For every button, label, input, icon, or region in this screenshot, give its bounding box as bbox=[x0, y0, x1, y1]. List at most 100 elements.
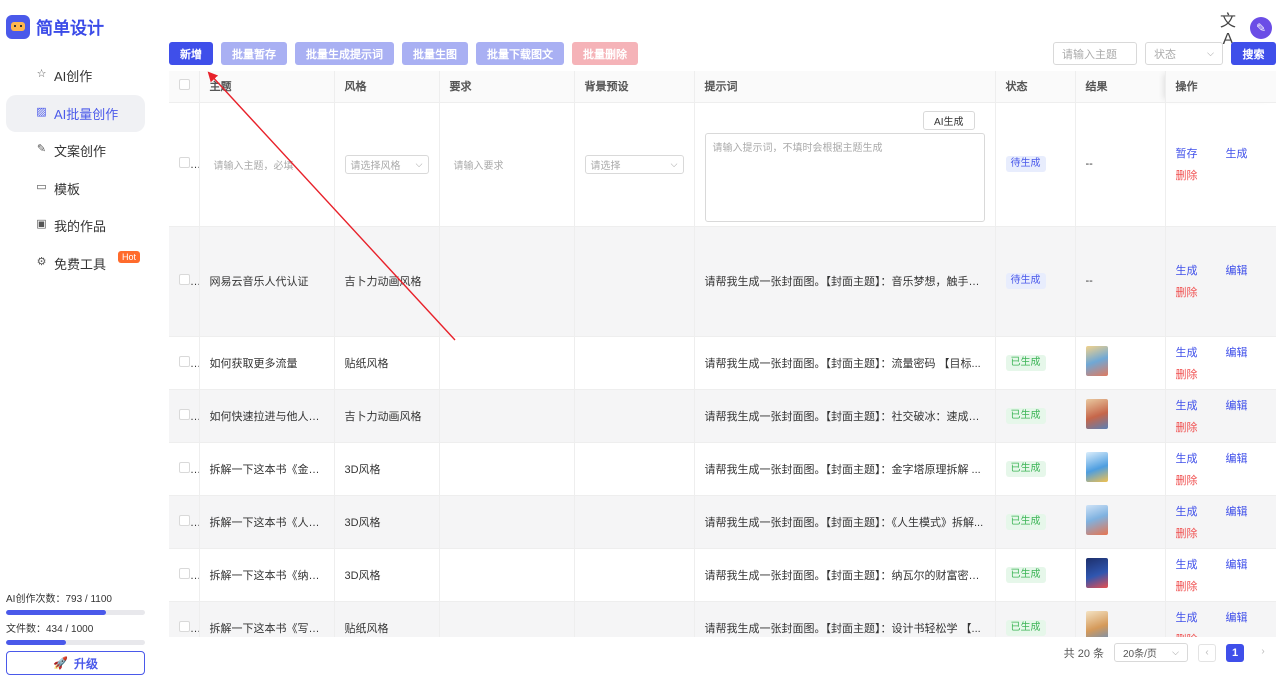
table-row[interactable]: 如何获取更多流量 贴纸风格 请帮我生成一张封面图。【封面主题】：流量密码 【目标… bbox=[169, 336, 1276, 390]
status-badge: 待生成 bbox=[1005, 273, 1046, 289]
save-draft-link[interactable]: 暂存 bbox=[1176, 145, 1198, 161]
batch-image-button[interactable]: 批量生图 bbox=[402, 42, 468, 65]
new-req-input[interactable]: 请输入要求 bbox=[449, 154, 564, 174]
next-page-button[interactable]: › bbox=[1254, 644, 1272, 662]
delete-link[interactable]: 删除 bbox=[1176, 525, 1266, 541]
generate-link[interactable]: 生成 bbox=[1176, 556, 1198, 572]
status-badge: 已生成 bbox=[1005, 460, 1046, 477]
new-style-cell: 请选择风格 ⌵ bbox=[334, 102, 440, 227]
folder-icon: ▣ bbox=[36, 218, 47, 230]
edit-link[interactable]: 编辑 bbox=[1226, 556, 1248, 572]
delete-link[interactable]: 删除 bbox=[1176, 578, 1266, 594]
delete-link[interactable]: 删除 bbox=[1176, 472, 1266, 488]
delete-link[interactable]: 删除 bbox=[1176, 284, 1266, 300]
edit-link[interactable]: 编辑 bbox=[1226, 450, 1248, 466]
generate-link[interactable]: 生成 bbox=[1176, 262, 1198, 278]
batch-save-button[interactable]: 批量暂存 bbox=[221, 42, 287, 65]
status-cell: 已生成 bbox=[995, 442, 1076, 496]
style-cell: 3D风格 bbox=[334, 495, 440, 549]
page-size-select[interactable]: 20条/页 ⌵ bbox=[1114, 643, 1188, 662]
current-page[interactable]: 1 bbox=[1226, 643, 1244, 662]
result-thumbnail[interactable] bbox=[1085, 346, 1108, 376]
generate-link[interactable]: 生成 bbox=[1176, 450, 1198, 466]
row-checkbox[interactable] bbox=[179, 408, 190, 420]
generate-link[interactable]: 生成 bbox=[1176, 503, 1198, 519]
row-checkbox[interactable] bbox=[179, 567, 190, 579]
sidebar-item-my-works[interactable]: ▣ 我的作品 bbox=[6, 207, 145, 244]
generate-link[interactable]: 生成 bbox=[1176, 397, 1198, 413]
sidebar-item-ai-create[interactable]: ☆ AI创作 bbox=[6, 57, 145, 94]
gear-icon: ⚙ bbox=[36, 255, 47, 268]
result-thumbnail[interactable] bbox=[1085, 558, 1108, 588]
status-select[interactable]: 状态 ⌵ bbox=[1145, 42, 1223, 65]
row-checkbox-cell bbox=[169, 389, 200, 443]
sidebar-item-ai-batch[interactable]: ▨ AI批量创作 bbox=[6, 94, 145, 132]
batch-prompt-button[interactable]: 批量生成提示词 bbox=[295, 42, 394, 65]
generate-link[interactable]: 生成 bbox=[1226, 145, 1248, 161]
edit-link[interactable]: 编辑 bbox=[1226, 503, 1248, 519]
ai-quota-bar-fill bbox=[6, 610, 107, 615]
table-row[interactable]: 网易云音乐人代认证 吉卜力动画风格 请帮我生成一张封面图。【封面主题】：音乐梦想… bbox=[169, 226, 1276, 337]
topic-cell: 拆解一下这本书《人生... bbox=[199, 495, 335, 549]
sidebar-nav: ☆ AI创作 ▨ AI批量创作 ✎ 文案创作 ▭ 模板 ▣ 我的作品 ⚙ 免费工… bbox=[6, 57, 145, 282]
table-row[interactable]: 拆解一下这本书《纳瓦... 3D风格 请帮我生成一张封面图。【封面主题】：纳瓦尔… bbox=[169, 548, 1276, 602]
sidebar-item-free-tools[interactable]: ⚙ 免费工具 Hot bbox=[6, 245, 145, 282]
generate-link[interactable]: 生成 bbox=[1176, 609, 1198, 625]
delete-link[interactable]: 删除 bbox=[1176, 631, 1266, 638]
avatar[interactable]: ✎ bbox=[1250, 17, 1272, 39]
batch-delete-button[interactable]: 批量删除 bbox=[572, 42, 638, 65]
prompt-cell: 请帮我生成一张封面图。【封面主题】：流量密码 【目标... bbox=[694, 336, 996, 390]
edit-link[interactable]: 编辑 bbox=[1226, 262, 1248, 278]
toolbar: 新增 批量暂存 批量生成提示词 批量生图 批量下载图文 批量删除 bbox=[169, 42, 638, 65]
topic-cell: 网易云音乐人代认证 bbox=[199, 226, 335, 337]
logo[interactable]: 简单设计 bbox=[6, 14, 104, 39]
table-row[interactable]: 如何快速拉进与他人的... 吉卜力动画风格 请帮我生成一张封面图。【封面主题】：… bbox=[169, 389, 1276, 443]
batch-table: 主题 风格 要求 背景预设 提示词 状态 结果 操作 请输入主题，必填 请选择风… bbox=[169, 71, 1276, 637]
sidebar-item-label: AI批量创作 bbox=[54, 106, 119, 122]
edit-link[interactable]: 编辑 bbox=[1226, 609, 1248, 625]
row-checkbox[interactable] bbox=[179, 461, 190, 473]
logo-text: 简单设计 bbox=[36, 19, 104, 38]
new-topic-input[interactable]: 请输入主题，必填 bbox=[209, 154, 324, 174]
select-all-checkbox[interactable] bbox=[179, 79, 190, 91]
batch-download-button[interactable]: 批量下载图文 bbox=[476, 42, 564, 65]
new-bg-placeholder: 请选择 bbox=[590, 160, 621, 172]
ai-generate-button[interactable]: AI生成 bbox=[923, 110, 975, 130]
table-row[interactable]: 拆解一下这本书《写给... 贴纸风格 请帮我生成一张封面图。【封面主题】：设计书… bbox=[169, 601, 1276, 637]
search-button[interactable]: 搜索 bbox=[1231, 42, 1276, 65]
new-style-placeholder: 请选择风格 bbox=[350, 160, 401, 172]
table-row[interactable]: 拆解一下这本书《金字... 3D风格 请帮我生成一张封面图。【封面主题】：金字塔… bbox=[169, 442, 1276, 496]
row-checkbox[interactable] bbox=[179, 274, 190, 285]
new-req-cell: 请输入要求 bbox=[439, 102, 575, 227]
new-bg-select[interactable]: 请选择 ⌵ bbox=[584, 154, 684, 174]
new-button[interactable]: 新增 bbox=[169, 42, 213, 65]
new-prompt-textarea[interactable]: 请输入提示词，不填时会根据主题生成 bbox=[704, 132, 985, 222]
new-style-select[interactable]: 请选择风格 ⌵ bbox=[344, 154, 429, 174]
search-area: 请输入主题 状态 ⌵ 搜索 bbox=[1053, 42, 1276, 65]
table-row[interactable]: 拆解一下这本书《人生... 3D风格 请帮我生成一张封面图。【封面主题】：《人生… bbox=[169, 495, 1276, 549]
result-thumbnail[interactable] bbox=[1085, 505, 1108, 535]
delete-link[interactable]: 删除 bbox=[1176, 167, 1266, 183]
result-thumbnail[interactable] bbox=[1085, 452, 1108, 482]
header-actions: 操作 bbox=[1165, 71, 1276, 103]
result-thumbnail[interactable] bbox=[1085, 611, 1108, 637]
row-checkbox[interactable] bbox=[179, 355, 190, 367]
delete-link[interactable]: 删除 bbox=[1176, 419, 1266, 435]
edit-link[interactable]: 编辑 bbox=[1226, 344, 1248, 360]
result-thumbnail[interactable] bbox=[1085, 399, 1108, 429]
row-checkbox[interactable] bbox=[179, 620, 190, 632]
prev-page-button[interactable]: ‹ bbox=[1198, 643, 1216, 662]
new-status-cell: 待生成 bbox=[995, 102, 1076, 227]
row-checkbox[interactable] bbox=[179, 157, 190, 168]
upgrade-button[interactable]: 🚀 升级 bbox=[6, 651, 145, 675]
sidebar-item-copywriting[interactable]: ✎ 文案创作 bbox=[6, 132, 145, 169]
sidebar-item-template[interactable]: ▭ 模板 bbox=[6, 170, 145, 207]
row-checkbox[interactable] bbox=[179, 514, 190, 526]
topic-search-input[interactable]: 请输入主题 bbox=[1053, 42, 1137, 65]
prompt-cell: 请帮我生成一张封面图。【封面主题】：纳瓦尔的财富密码... bbox=[694, 548, 996, 602]
edit-link[interactable]: 编辑 bbox=[1226, 397, 1248, 413]
result-cell bbox=[1075, 336, 1166, 390]
delete-link[interactable]: 删除 bbox=[1176, 366, 1266, 382]
generate-link[interactable]: 生成 bbox=[1176, 344, 1198, 360]
status-badge: 已生成 bbox=[1005, 407, 1046, 424]
